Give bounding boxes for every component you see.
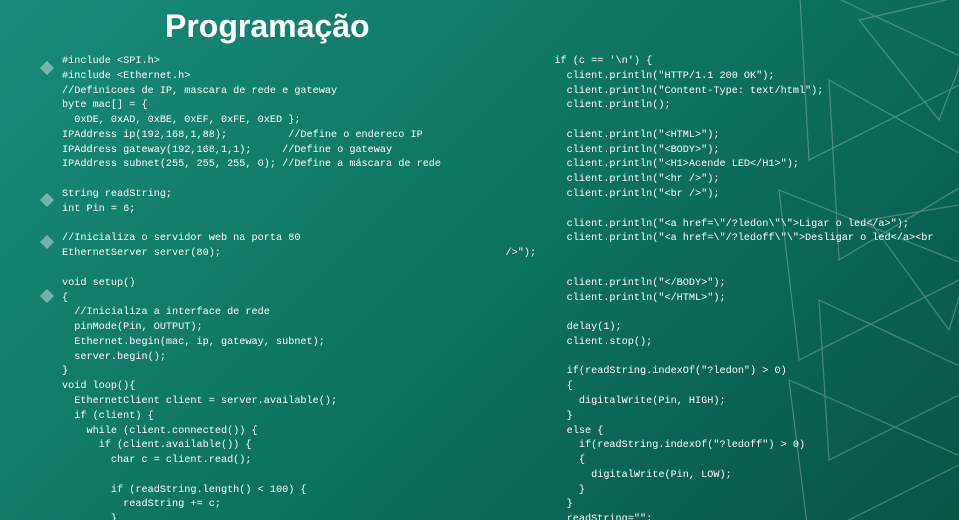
code-column-left: #include <SPI.h> #include <Ethernet.h> /… [62,55,496,505]
bullet-icon [40,193,54,207]
slide: Programação #include <SPI.h> #include <E… [0,0,959,520]
bullet-icon [40,289,54,303]
code-column-right: if (c == '\n') { client.println("HTTP/1.… [506,55,940,505]
bullet-icon [40,235,54,249]
slide-title: Programação [165,8,370,45]
code-columns: #include <SPI.h> #include <Ethernet.h> /… [62,55,939,505]
bullet-icon [40,61,54,75]
